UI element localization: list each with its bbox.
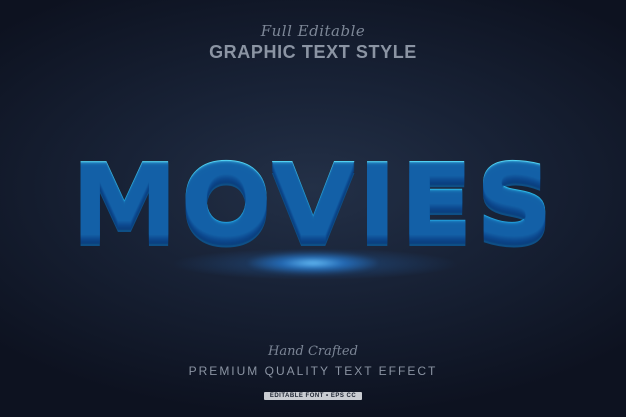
header-script-text: Full Editable bbox=[260, 22, 366, 40]
footer-title: PREMIUM QUALITY TEXT EFFECT bbox=[188, 364, 438, 378]
header-title: GRAPHIC TEXT STYLE bbox=[209, 42, 417, 62]
footer-badge-row: EDITABLE FONT • EPS CC bbox=[0, 384, 626, 402]
footer-script-text: Hand Crafted bbox=[268, 344, 358, 359]
poster-canvas: Full Editable GRAPHIC TEXT STYLE MOVIES … bbox=[0, 0, 626, 417]
headline-group: MOVIES MOVIES bbox=[0, 150, 626, 262]
editable-font-badge: EDITABLE FONT • EPS CC bbox=[263, 392, 363, 400]
headline-text: MOVIES bbox=[0, 150, 626, 250]
